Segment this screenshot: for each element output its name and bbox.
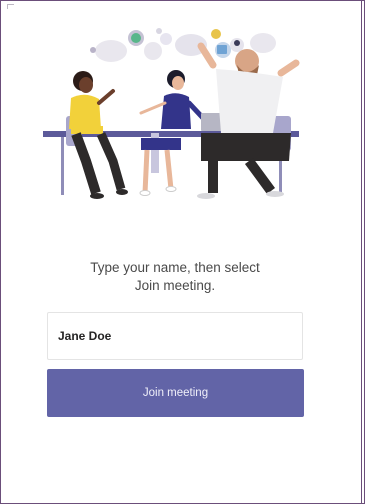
join-instructions-line1: Type your name, then select [90,260,260,275]
join-instructions-line2: Join meeting. [134,278,216,293]
name-input[interactable] [47,312,303,360]
corner-mark [7,4,14,9]
join-meeting-button[interactable]: Join meeting [47,369,304,417]
meeting-join-panel: Type your name, then select Join meeting… [0,0,365,504]
window-edge [361,0,362,504]
people-meeting-illustration [43,28,300,199]
join-instructions: Type your name, then select Join meeting… [41,259,309,295]
